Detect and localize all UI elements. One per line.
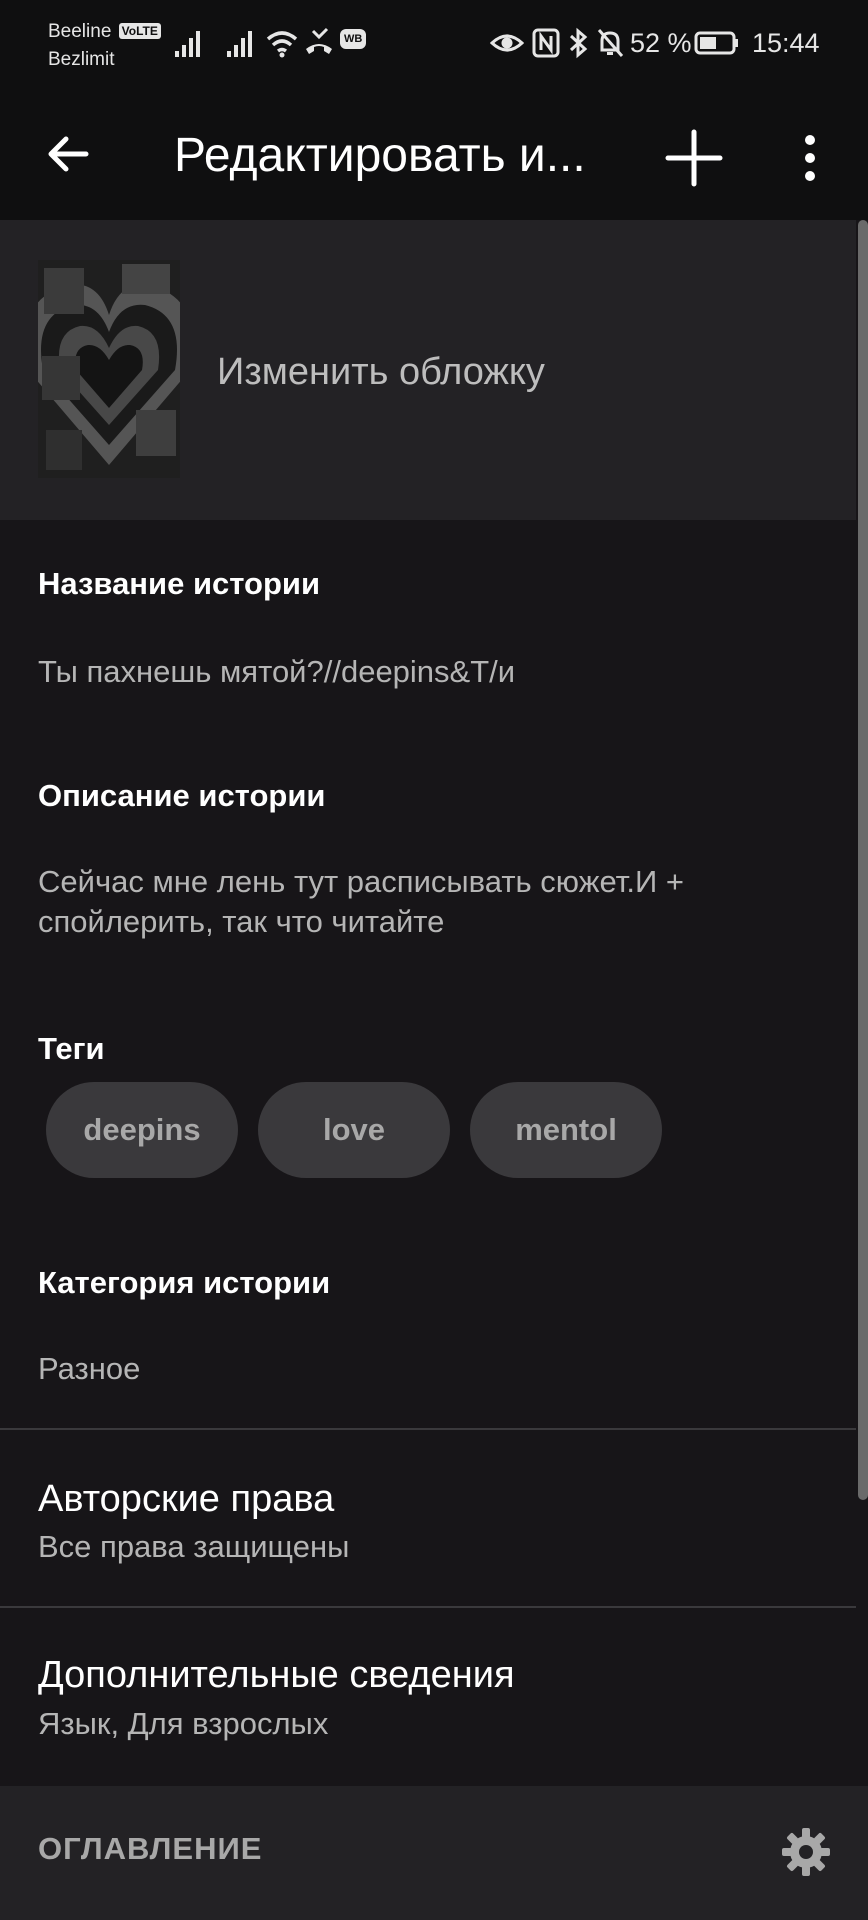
tag-chip[interactable]: love [258, 1082, 450, 1178]
tags-label: Теги [38, 1031, 105, 1066]
top-app-bar: Редактировать и... [0, 90, 868, 220]
description-line-1: Сейчас мне лень тут расписывать сюжет.И … [38, 864, 685, 899]
status-bar: Beeline VoLTE Bezlimit WB 52 % 15:44 [0, 0, 868, 90]
cover-image[interactable] [38, 260, 180, 478]
scrollbar[interactable] [858, 220, 868, 1500]
wb-app-icon: WB [340, 29, 367, 61]
wb-badge: WB [340, 29, 367, 49]
clock: 15:44 [752, 28, 820, 58]
arrow-left-icon [48, 136, 89, 172]
carrier-plan: Bezlimit [48, 49, 115, 70]
tag-chip[interactable]: mentol [470, 1082, 662, 1178]
copyright-title: Авторские права [38, 1478, 335, 1520]
eye-icon [490, 34, 524, 52]
change-cover-label[interactable]: Изменить обложку [217, 350, 545, 394]
more-vertical-icon [805, 135, 815, 181]
bell-off-icon [597, 29, 624, 57]
more-options-button[interactable] [780, 124, 840, 192]
tags-list: deepins love mentol [46, 1082, 662, 1178]
additional-details-value: Язык, Для взрослых [38, 1706, 329, 1741]
nfc-icon [532, 28, 560, 58]
edit-story-screen: Beeline VoLTE Bezlimit WB 52 % 15:44 Ред… [0, 0, 868, 1920]
divider [0, 1606, 856, 1608]
copyright-value: Все права защищены [38, 1529, 350, 1564]
additional-details-title: Дополнительные сведения [38, 1654, 515, 1696]
cover-section[interactable]: Изменить обложку [0, 220, 856, 520]
carrier-info: Beeline VoLTE Bezlimit [48, 18, 161, 74]
story-description-field[interactable]: Сейчас мне лень тут расписывать сюжет.И … [38, 862, 684, 942]
wifi-icon [266, 31, 298, 58]
plus-icon [665, 129, 723, 187]
gear-icon[interactable] [780, 1826, 832, 1878]
description-line-2: спойлерить, так что читайте [38, 904, 445, 939]
table-of-contents-header: ОГЛАВЛЕНИЕ [0, 1786, 868, 1920]
divider [0, 1428, 856, 1430]
toc-label: ОГЛАВЛЕНИЕ [38, 1831, 263, 1866]
volte-badge: VoLTE [118, 23, 161, 39]
battery-percent: 52 % [630, 28, 692, 58]
story-description-label: Описание истории [38, 778, 326, 813]
page-title: Редактировать и... [174, 129, 586, 182]
category-label: Категория истории [38, 1265, 331, 1300]
signal-icon-2 [227, 31, 252, 57]
tag-chip[interactable]: deepins [46, 1082, 238, 1178]
story-title-field[interactable]: Ты пахнешь мятой?//deepins&T/и [38, 652, 515, 692]
signal-icon [175, 31, 200, 57]
missed-call-icon [306, 27, 332, 54]
bluetooth-icon [569, 27, 588, 59]
battery-icon [694, 31, 738, 55]
story-title-label: Название истории [38, 566, 320, 601]
carrier-name: Beeline [48, 21, 112, 42]
category-field[interactable]: Разное [38, 1349, 140, 1389]
heart-cover-image [38, 260, 180, 478]
add-part-button[interactable] [660, 124, 728, 192]
back-button[interactable] [38, 124, 98, 184]
